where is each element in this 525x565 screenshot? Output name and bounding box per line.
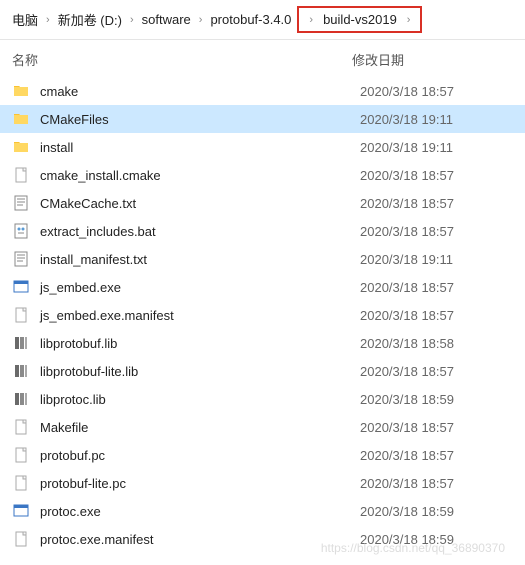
file-name: protoc.exe.manifest: [40, 532, 350, 547]
lib-icon: [12, 334, 30, 352]
file-row[interactable]: protobuf.pc 2020/3/18 18:57: [0, 441, 525, 469]
exe-icon: [12, 502, 30, 520]
file-name: CMakeCache.txt: [40, 196, 350, 211]
exe-icon: [12, 278, 30, 296]
txt-icon: [12, 250, 30, 268]
watermark: https://blog.csdn.net/qq_36890370: [321, 541, 505, 555]
file-icon: [12, 474, 30, 492]
file-date: 2020/3/18 19:11: [360, 112, 453, 127]
chevron-right-icon: ›: [197, 14, 205, 26]
file-name: protobuf.pc: [40, 448, 350, 463]
breadcrumb-item[interactable]: protobuf-3.4.0: [206, 10, 295, 29]
file-name: libprotoc.lib: [40, 392, 350, 407]
breadcrumb-item[interactable]: 电脑: [8, 8, 42, 31]
file-date: 2020/3/18 18:57: [360, 448, 454, 463]
file-date: 2020/3/18 18:57: [360, 476, 454, 491]
file-name: extract_includes.bat: [40, 224, 350, 239]
file-date: 2020/3/18 18:57: [360, 84, 454, 99]
file-date: 2020/3/18 18:59: [360, 504, 454, 519]
file-date: 2020/3/18 19:11: [360, 252, 453, 267]
file-name: cmake_install.cmake: [40, 168, 350, 183]
breadcrumb[interactable]: 电脑›新加卷 (D:)›software›protobuf-3.4.0›buil…: [0, 0, 525, 40]
lib-icon: [12, 362, 30, 380]
file-row[interactable]: install_manifest.txt 2020/3/18 19:11: [0, 245, 525, 273]
folder-icon: [12, 110, 30, 128]
chevron-right-icon: ›: [405, 14, 413, 26]
file-date: 2020/3/18 18:57: [360, 224, 454, 239]
file-name: js_embed.exe.manifest: [40, 308, 350, 323]
file-name: protobuf-lite.pc: [40, 476, 350, 491]
file-row[interactable]: protobuf-lite.pc 2020/3/18 18:57: [0, 469, 525, 497]
breadcrumb-item[interactable]: 新加卷 (D:): [54, 8, 126, 31]
file-name: CMakeFiles: [40, 112, 350, 127]
lib-icon: [12, 390, 30, 408]
folder-icon: [12, 138, 30, 156]
bat-icon: [12, 222, 30, 240]
file-row[interactable]: libprotobuf-lite.lib 2020/3/18 18:57: [0, 357, 525, 385]
txt-icon: [12, 194, 30, 212]
file-date: 2020/3/18 18:57: [360, 196, 454, 211]
file-row[interactable]: cmake 2020/3/18 18:57: [0, 77, 525, 105]
file-icon: [12, 446, 30, 464]
breadcrumb-item[interactable]: software: [138, 10, 195, 29]
file-row[interactable]: js_embed.exe.manifest 2020/3/18 18:57: [0, 301, 525, 329]
file-name: js_embed.exe: [40, 280, 350, 295]
file-date: 2020/3/18 19:11: [360, 140, 453, 155]
file-name: libprotobuf.lib: [40, 336, 350, 351]
file-row[interactable]: libprotoc.lib 2020/3/18 18:59: [0, 385, 525, 413]
file-icon: [12, 166, 30, 184]
breadcrumb-highlight[interactable]: › build-vs2019 ›: [297, 6, 422, 33]
file-date: 2020/3/18 18:59: [360, 392, 454, 407]
file-row[interactable]: Makefile 2020/3/18 18:57: [0, 413, 525, 441]
file-row[interactable]: js_embed.exe 2020/3/18 18:57: [0, 273, 525, 301]
file-icon: [12, 530, 30, 548]
file-row[interactable]: cmake_install.cmake 2020/3/18 18:57: [0, 161, 525, 189]
breadcrumb-item[interactable]: build-vs2019: [319, 10, 401, 29]
file-list: cmake 2020/3/18 18:57 CMakeFiles 2020/3/18 …: [0, 75, 525, 555]
file-row[interactable]: CMakeCache.txt 2020/3/18 18:57: [0, 189, 525, 217]
file-row[interactable]: protoc.exe 2020/3/18 18:59: [0, 497, 525, 525]
chevron-right-icon: ›: [307, 14, 315, 26]
file-name: libprotobuf-lite.lib: [40, 364, 350, 379]
chevron-right-icon: ›: [128, 14, 136, 26]
folder-icon: [12, 82, 30, 100]
file-icon: [12, 418, 30, 436]
file-date: 2020/3/18 18:57: [360, 280, 454, 295]
file-date: 2020/3/18 18:57: [360, 308, 454, 323]
column-headers: 名称 修改日期: [0, 40, 525, 75]
column-date-header[interactable]: 修改日期: [352, 50, 513, 69]
column-name-header[interactable]: 名称: [12, 50, 352, 69]
file-date: 2020/3/18 18:57: [360, 364, 454, 379]
file-row[interactable]: extract_includes.bat 2020/3/18 18:57: [0, 217, 525, 245]
file-name: install: [40, 140, 350, 155]
file-row[interactable]: CMakeFiles 2020/3/18 19:11: [0, 105, 525, 133]
file-name: install_manifest.txt: [40, 252, 350, 267]
file-name: Makefile: [40, 420, 350, 435]
file-name: protoc.exe: [40, 504, 350, 519]
file-row[interactable]: install 2020/3/18 19:11: [0, 133, 525, 161]
file-icon: [12, 306, 30, 324]
chevron-right-icon: ›: [44, 14, 52, 26]
file-date: 2020/3/18 18:58: [360, 336, 454, 351]
file-date: 2020/3/18 18:57: [360, 168, 454, 183]
file-name: cmake: [40, 84, 350, 99]
file-date: 2020/3/18 18:57: [360, 420, 454, 435]
file-row[interactable]: libprotobuf.lib 2020/3/18 18:58: [0, 329, 525, 357]
